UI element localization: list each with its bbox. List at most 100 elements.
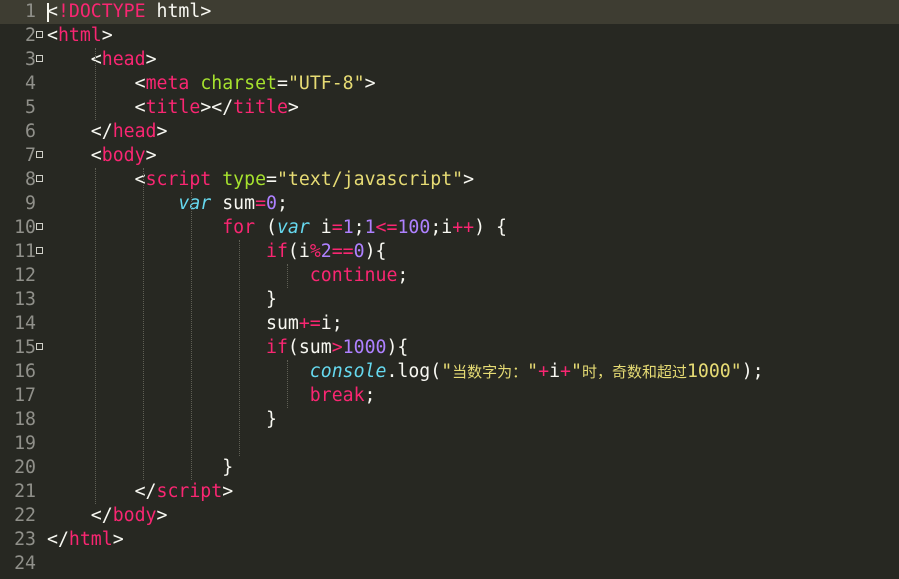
code-token: title [145,97,201,118]
line-number: 1 [25,1,36,22]
fold-toggle-icon[interactable] [36,247,43,254]
code-token: type [222,169,267,190]
code-line[interactable]: 8 <script type="text/javascript"> [0,168,899,192]
indent-guide [95,48,96,120]
code-line[interactable]: 1 <!DOCTYPE html> [0,0,899,24]
gutter: 11 [0,240,46,264]
code-line[interactable]: 6 </head> [0,120,899,144]
code-token: == [331,241,354,262]
code-token: } [47,289,277,310]
code-editor[interactable]: 1 <!DOCTYPE html> 2 <html> 3 <head> 4 <meta c… [0,0,899,579]
code-token: if [266,337,288,358]
code-token: <= [375,217,398,238]
code-line[interactable]: 22 </body> [0,504,899,528]
code-token: < [47,169,146,190]
code-line[interactable]: 24 [0,552,899,576]
code-token: > [287,97,299,118]
code-line[interactable]: 9 var sum=0; [0,192,899,216]
code-token: title [233,97,288,118]
code-line[interactable]: 13 } [0,288,899,312]
code-line[interactable]: 16 console.log("当数字为："+i+"时，奇数和超过1000"); [0,360,899,384]
line-code: </script> [47,480,234,504]
fold-toggle-icon[interactable] [36,31,43,38]
gutter: 12 [0,264,46,288]
code-line[interactable]: 19 [0,432,899,456]
line-code: if(i%2==0){ [47,240,386,264]
code-token: ; [364,385,376,406]
code-token: i [309,217,332,238]
line-number: 13 [14,289,36,310]
fold-toggle-icon[interactable] [36,343,43,350]
code-token: 1 [342,217,354,238]
line-number: 2 [25,25,36,46]
line-number: 8 [25,169,36,190]
code-line[interactable]: 2 <html> [0,24,899,48]
code-token: 2 [320,241,332,262]
gutter: 19 [0,432,46,456]
code-token: script [145,169,212,190]
code-token: sum [211,193,256,214]
code-token: "UTF-8" [287,73,365,94]
line-code: </html> [47,528,124,552]
code-token: body [101,145,146,166]
code-line[interactable]: 14 sum+=i; [0,312,899,336]
code-line[interactable]: 5 <title></title> [0,96,899,120]
code-token: 100 [397,217,431,238]
line-number: 9 [25,193,36,214]
code-line[interactable]: 20 } [0,456,899,480]
code-line[interactable]: 21 </script> [0,480,899,504]
line-number: 22 [14,505,36,526]
code-line[interactable]: 7 <body> [0,144,899,168]
code-token: > [156,121,168,142]
code-line[interactable]: 17 break; [0,384,899,408]
code-token: 0 [353,241,365,262]
code-token: ; [276,193,288,214]
fold-toggle-icon[interactable] [36,55,43,62]
code-token: ){ [364,241,387,262]
code-line[interactable]: 4 <meta charset="UTF-8"> [0,72,899,96]
fold-toggle-icon[interactable] [36,175,43,182]
fold-toggle-icon[interactable] [36,151,43,158]
code-token: !DOCTYPE [57,1,146,22]
line-number: 3 [25,49,36,70]
line-number: 21 [14,481,36,502]
line-code: for (var i=1;1<=100;i++) { [47,216,507,240]
code-line[interactable]: 18 } [0,408,899,432]
code-line[interactable]: 15 if(sum>1000){ [0,336,899,360]
code-token: > [112,529,124,550]
line-code: break; [47,384,376,408]
code-token: > [101,25,113,46]
line-code: sum+=i; [47,312,343,336]
code-token: html [57,25,102,46]
gutter: 24 [0,552,46,576]
code-token: > [145,145,157,166]
line-number: 11 [14,241,36,262]
line-code: </body> [47,504,168,528]
code-token: ) { [474,217,507,238]
code-token: ); [741,361,764,382]
code-line[interactable]: 10 for (var i=1;1<=100;i++) { [0,216,899,240]
gutter: 3 [0,48,46,72]
code-token: " [441,361,453,382]
code-token: html [68,529,113,550]
gutter: 6 [0,120,46,144]
code-token: ; [353,217,365,238]
code-line[interactable]: 12 continue; [0,264,899,288]
fold-toggle-icon[interactable] [36,223,43,230]
line-number: 19 [14,433,36,454]
code-token: < [47,97,146,118]
line-code: <head> [47,48,157,72]
gutter: 17 [0,384,46,408]
code-line[interactable]: 11 if(i%2==0){ [0,240,899,264]
code-line[interactable]: 3 <head> [0,48,899,72]
code-token: = [255,193,267,214]
gutter: 13 [0,288,46,312]
indent-guide [287,360,288,408]
text-caret [47,3,49,22]
code-line[interactable]: 23 </html> [0,528,899,552]
code-token: (i [287,241,310,262]
